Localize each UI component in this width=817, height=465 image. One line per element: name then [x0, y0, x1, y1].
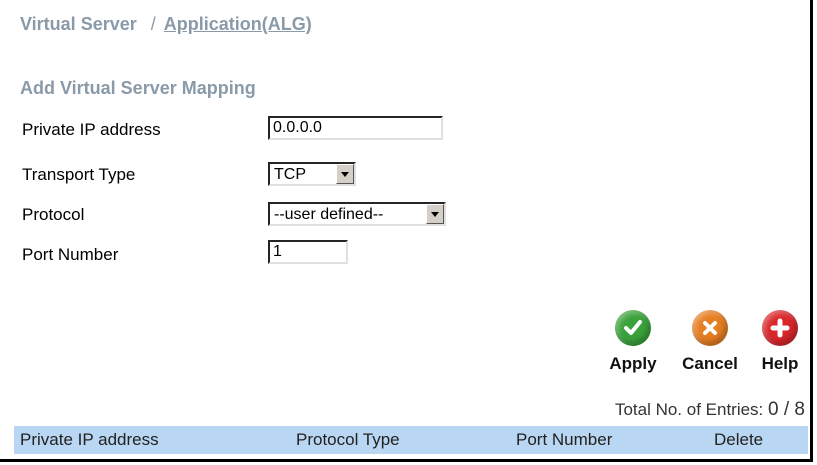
entries-summary: Total No. of Entries: 0 / 8: [615, 399, 805, 421]
cancel-button[interactable]: Cancel: [674, 310, 746, 374]
chevron-down-icon[interactable]: [336, 164, 354, 184]
breadcrumb-current: Virtual Server: [20, 14, 137, 34]
protocol-select[interactable]: --user defined--: [268, 202, 446, 226]
help-label: Help: [761, 354, 799, 373]
protocol-value: --user defined--: [274, 206, 384, 223]
entries-count: 0 / 8: [768, 399, 805, 420]
private-ip-input[interactable]: [268, 116, 443, 140]
cancel-label: Cancel: [682, 354, 738, 373]
x-icon: [692, 310, 728, 346]
section-title: Add Virtual Server Mapping: [20, 78, 256, 98]
page-frame: [0, 0, 813, 462]
port-number-input[interactable]: [268, 240, 348, 264]
transport-type-select[interactable]: TCP: [268, 162, 356, 186]
check-icon: [615, 310, 651, 346]
transport-type-value: TCP: [274, 166, 306, 183]
entries-label: Total No. of Entries:: [614, 400, 764, 419]
port-number-label: Port Number: [22, 245, 119, 264]
chevron-down-icon[interactable]: [426, 204, 444, 224]
protocol-label: Protocol: [22, 205, 85, 224]
help-button[interactable]: Help: [752, 310, 808, 374]
breadcrumb-separator: /: [150, 14, 156, 34]
column-port-number: Port Number: [516, 430, 613, 449]
table-header: Private IP address Protocol Type Port Nu…: [14, 426, 808, 454]
column-private-ip: Private IP address: [20, 430, 159, 449]
breadcrumb: Virtual Server / Application(ALG): [20, 14, 312, 35]
breadcrumb-link-application-alg[interactable]: Application(ALG): [164, 14, 312, 34]
column-protocol-type: Protocol Type: [296, 430, 400, 449]
plus-icon: [762, 310, 798, 346]
column-delete: Delete: [714, 430, 764, 449]
transport-type-label: Transport Type: [22, 165, 136, 184]
private-ip-label: Private IP address: [22, 120, 161, 139]
apply-label: Apply: [609, 354, 657, 373]
apply-button[interactable]: Apply: [603, 310, 663, 374]
